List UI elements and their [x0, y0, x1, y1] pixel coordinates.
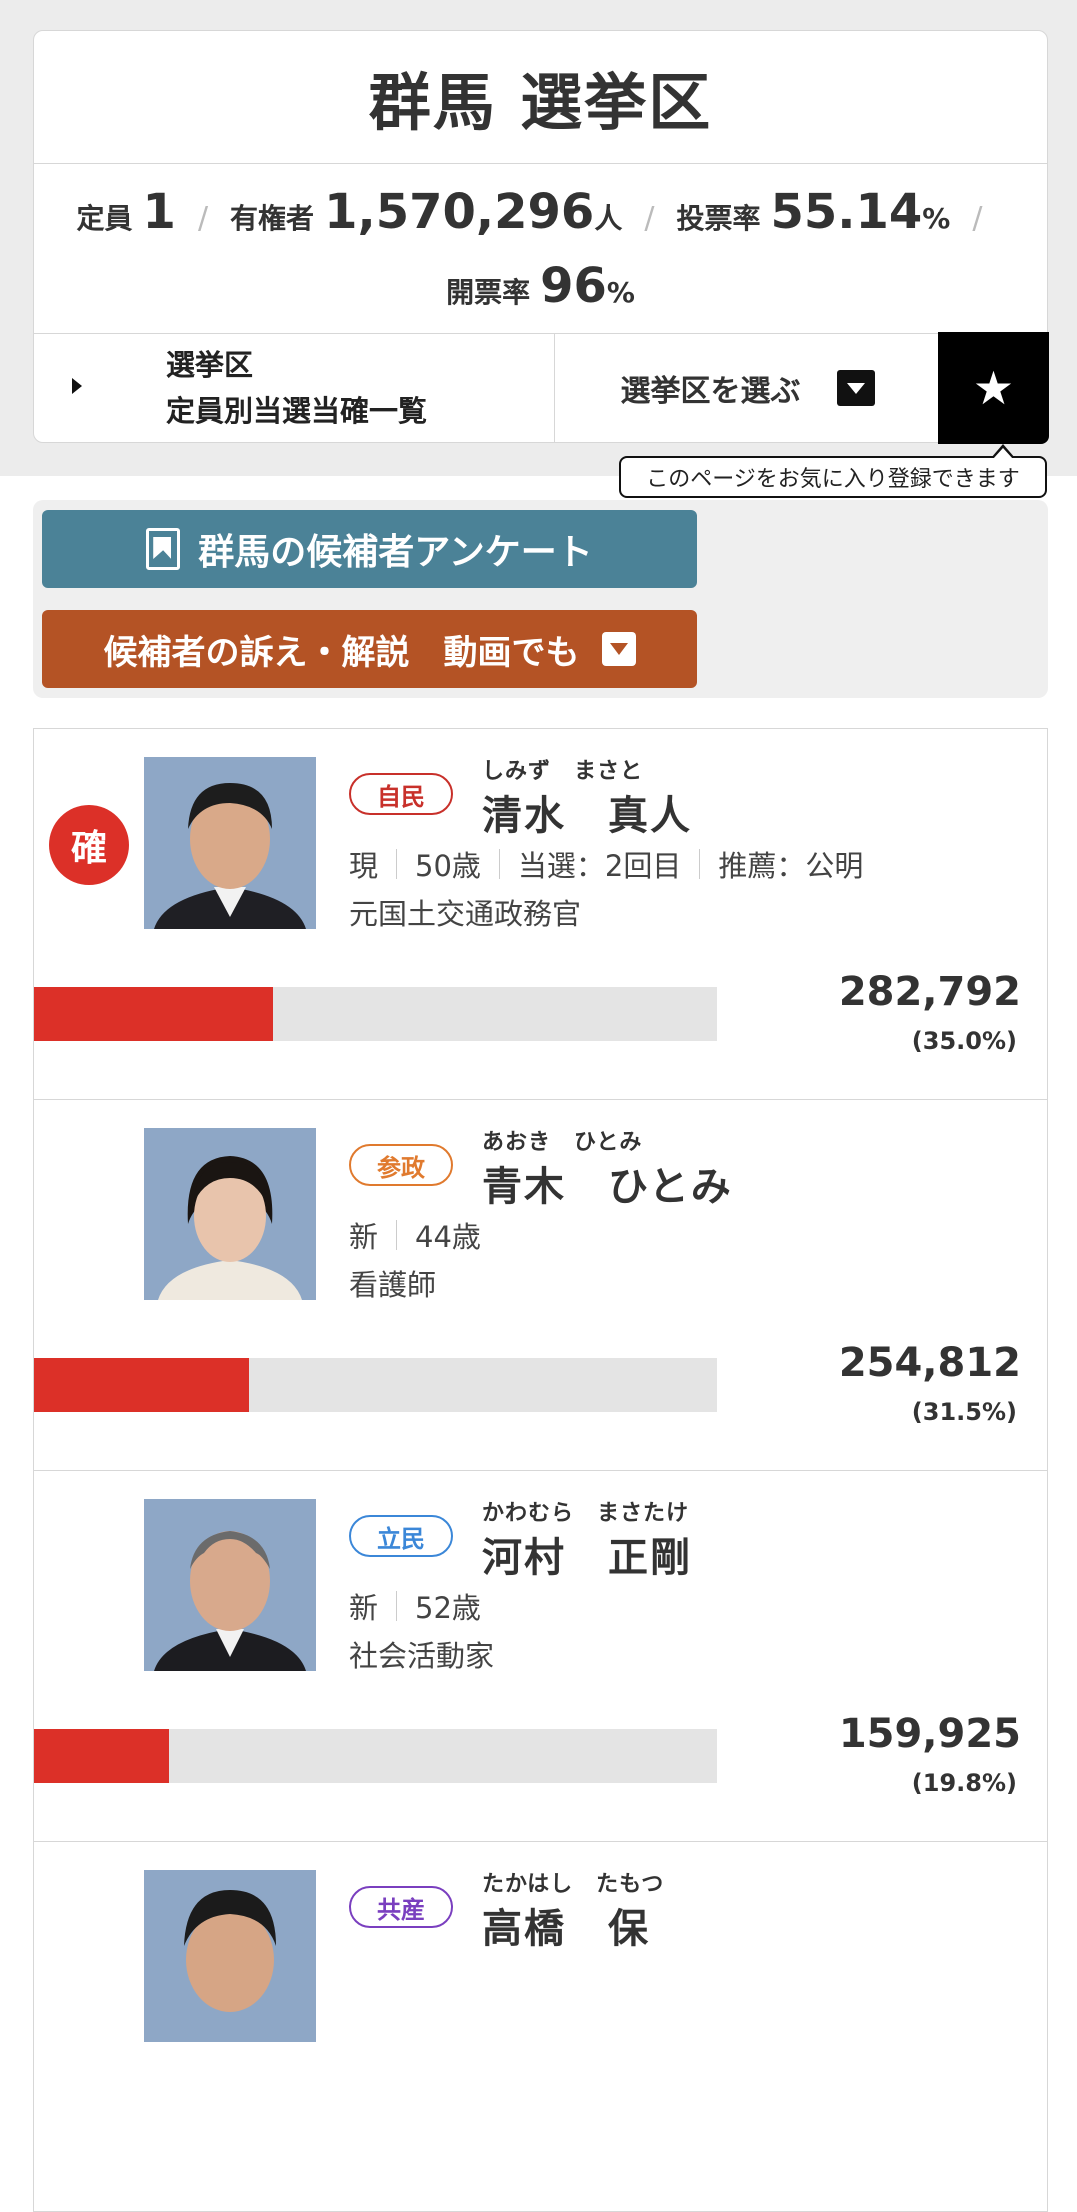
count-rate-value: 96 [540, 258, 607, 314]
candidate-meta: 新 52歳 [349, 1585, 481, 1627]
action-panel: 群馬の候補者アンケート 候補者の訴え・解説 動画でも [33, 500, 1048, 698]
district-select-label: 選挙区を選ぶ [620, 374, 801, 409]
elected-badge: 確 [49, 805, 129, 885]
turnout-label: 投票率 [676, 202, 761, 235]
candidate-card[interactable]: 立民 かわむら まさたけ 河村 正剛 新 52歳 社会活動家 159,925 (… [33, 1470, 1048, 1841]
candidate-job: 社会活動家 [349, 1639, 495, 1673]
vote-percent: (35.0%) [911, 1027, 1017, 1055]
count-rate-unit: % [606, 276, 635, 309]
vote-bar [34, 987, 717, 1041]
vote-bar-fill [34, 1358, 249, 1412]
video-button-label: 候補者の訴え・解説 動画でも [103, 632, 580, 673]
vote-percent: (31.5%) [911, 1398, 1017, 1426]
district-nav: 選挙区 定員別当選当確一覧 選挙区を選ぶ ★ [34, 332, 1049, 444]
teiin-value: 1 [142, 184, 176, 240]
page-title: 群馬 選挙区 [34, 31, 1047, 164]
voters-value: 1,570,296 [324, 184, 595, 240]
party-badge: 共産 [349, 1886, 453, 1928]
divider [699, 849, 701, 879]
stat-separator: / [972, 201, 983, 236]
candidate-age: 50歳 [415, 849, 481, 883]
count-rate-label: 開票率 [446, 276, 531, 309]
favorite-button[interactable]: ★ [938, 332, 1049, 444]
dropdown-icon [836, 370, 875, 406]
election-terms: 当選：2回目 [517, 849, 682, 883]
voters-label: 有権者 [230, 202, 315, 235]
candidate-list: 確 自民 しみず まさと 清水 真人 現 50歳 当選：2回目 推薦：公明 元国… [33, 728, 1048, 2212]
winners-list-line2: 定員別当選当確一覧 [166, 394, 428, 428]
winners-list-line1: 選挙区 [166, 348, 254, 382]
candidate-meta: 現 50歳 当選：2回目 推薦：公明 [349, 843, 863, 885]
candidate-photo [144, 1870, 316, 2042]
candidate-name: 青木 ひとみ [482, 1164, 733, 1210]
teiin-label: 定員 [76, 202, 133, 235]
dropdown-icon [601, 632, 636, 666]
district-header-card: 群馬 選挙区 定員 1 / 有権者 1,570,296 人 / 投票率 55.1… [33, 30, 1049, 444]
party-badge: 立民 [349, 1515, 453, 1557]
vote-percent: (19.8%) [911, 1769, 1017, 1797]
favorite-tooltip: このページをお気に入り登録できます [619, 444, 1047, 498]
vote-bar [34, 1358, 717, 1412]
vote-count: 282,792 [838, 969, 1021, 1015]
party-badge: 自民 [349, 773, 453, 815]
candidate-job: 元国土交通政務官 [349, 897, 582, 931]
candidate-name: 清水 真人 [482, 793, 692, 839]
survey-button-label: 群馬の候補者アンケート [198, 532, 593, 573]
incumbent-status: 新 [349, 1591, 379, 1625]
candidate-age: 52歳 [415, 1591, 481, 1625]
name-kana: かわむら まさたけ [482, 1501, 690, 1526]
candidate-photo [144, 757, 316, 929]
candidate-video-button[interactable]: 候補者の訴え・解説 動画でも [42, 610, 697, 688]
candidate-card[interactable]: 確 自民 しみず まさと 清水 真人 現 50歳 当選：2回目 推薦：公明 元国… [33, 728, 1048, 1099]
name-kana: あおき ひとみ [482, 1130, 643, 1155]
survey-document-icon [146, 528, 181, 570]
candidate-age: 44歳 [415, 1220, 481, 1254]
candidate-meta: 新 44歳 [349, 1214, 481, 1256]
candidate-photo [144, 1128, 316, 1300]
caret-right-icon [72, 378, 82, 394]
divider [396, 1220, 398, 1250]
incumbent-status: 新 [349, 1220, 379, 1254]
candidate-job: 看護師 [349, 1268, 437, 1302]
name-kana: しみず まさと [482, 759, 644, 784]
voters-unit: 人 [594, 202, 623, 235]
endorsement: 推薦：公明 [718, 849, 864, 883]
name-kana: たかはし たもつ [482, 1872, 665, 1897]
turnout-unit: % [922, 202, 951, 235]
vote-bar-fill [34, 1729, 169, 1783]
party-badge: 参政 [349, 1144, 453, 1186]
incumbent-status: 現 [349, 849, 379, 883]
vote-count: 254,812 [838, 1340, 1021, 1386]
turnout-value: 55.14 [770, 184, 923, 240]
district-select[interactable]: 選挙区を選ぶ [555, 334, 940, 442]
winners-list-link[interactable]: 選挙区 定員別当選当確一覧 [34, 334, 555, 442]
candidate-card[interactable]: 参政 あおき ひとみ 青木 ひとみ 新 44歳 看護師 254,812 (31.… [33, 1099, 1048, 1470]
candidate-name: 河村 正剛 [482, 1535, 692, 1581]
candidate-card[interactable]: 共産 たかはし たもつ 高橋 保 [33, 1841, 1048, 2212]
candidate-name: 高橋 保 [482, 1906, 650, 1952]
vote-bar [34, 1729, 717, 1783]
stat-separator: / [644, 201, 655, 236]
divider [396, 849, 398, 879]
vote-count: 159,925 [838, 1711, 1021, 1757]
divider [396, 1591, 398, 1621]
stat-separator: / [197, 201, 209, 236]
vote-bar-fill [34, 987, 273, 1041]
district-stats: 定員 1 / 有権者 1,570,296 人 / 投票率 55.14 % / 開… [34, 164, 1047, 334]
divider [498, 849, 500, 879]
candidate-survey-button[interactable]: 群馬の候補者アンケート [42, 510, 697, 588]
star-icon: ★ [972, 361, 1015, 415]
candidate-photo [144, 1499, 316, 1671]
